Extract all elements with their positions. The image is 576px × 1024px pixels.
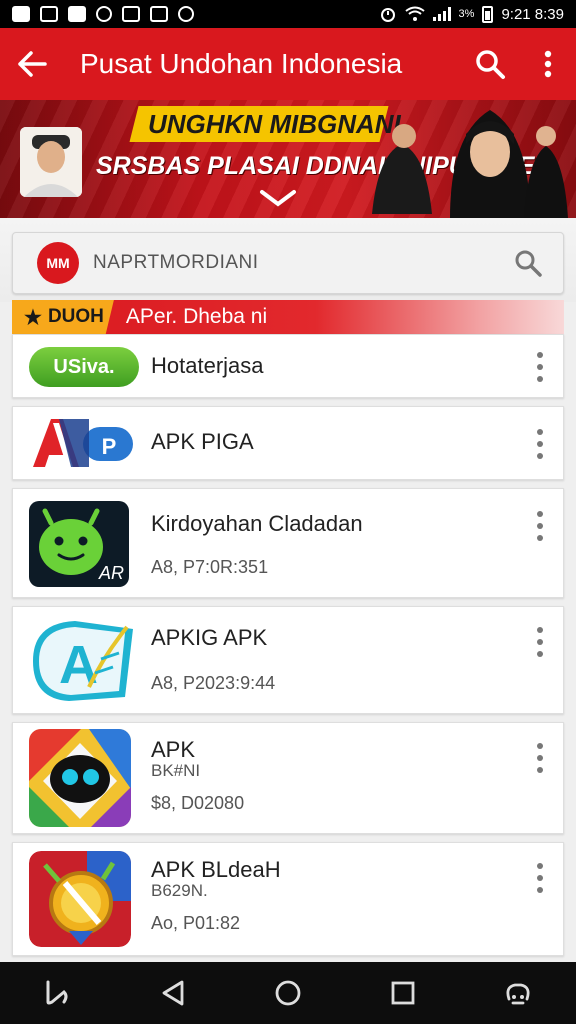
banner-person-2-image [524,126,568,218]
battery-percent: 3% [458,8,475,20]
search-button[interactable] [460,28,520,100]
svg-text:P: P [102,434,117,459]
robot-face-icon [29,729,131,827]
search-text: NAPRTMORDIANI [93,252,259,273]
brand-logo: MM [37,242,79,284]
list-item[interactable]: APK BLdeaH B629N. Ao, P01:82 [12,842,564,956]
clock: 9:21 8:39 [501,5,564,23]
item-more-button[interactable] [527,627,553,657]
nav-assist-button[interactable] [493,968,543,1018]
chevron-down-icon [260,190,296,207]
app-meta: Ao, P01:82 [151,913,241,933]
item-more-button[interactable] [527,511,553,541]
star-icon: ★ [24,306,42,329]
arrow-left-icon [18,51,47,77]
edit-icon [122,6,140,22]
search-icon [476,50,505,79]
list-item[interactable]: APK BK#NI $8, D02080 [12,722,564,834]
alarm-icon [380,8,395,22]
signal-icon [432,7,451,21]
app-meta: A8, P2023:9:44 [151,673,276,693]
notification-icon [12,6,30,22]
system-nav-bar [0,962,576,1024]
app-sub: B629N. [151,881,208,900]
photo-icon [68,6,86,22]
nav-home-button[interactable] [263,968,313,1018]
app-sub: BK#NI [151,761,201,780]
sync-icon [150,6,168,22]
nav-recents-alt-button[interactable] [33,968,83,1018]
section-title: APer. Dheba ni [125,305,268,328]
brand-logo-text: MM [46,255,70,271]
recents-alt-icon [46,980,68,1005]
status-bar: 3% 9:21 8:39 [0,0,576,28]
a-feather-icon: A [29,617,135,705]
overflow-menu-button[interactable] [520,28,576,100]
promo-banner[interactable]: UNGHKN MIBGNANI SRSBAS PLASAI DDNALI NIP… [0,100,576,218]
list-item[interactable]: AR Kirdoyahan Cladadan A8, P7:0R:351 [12,488,564,598]
ap-logo-icon: P [29,415,135,473]
nav-back-button[interactable] [148,968,198,1018]
search-input[interactable]: MM NAPRTMORDIANI [12,232,564,294]
banner-headline: UNGHKN MIBGNANI [148,109,401,139]
back-triangle-icon [162,980,184,1006]
item-more-button[interactable] [527,863,553,893]
search-area: MM NAPRTMORDIANI [0,218,576,302]
app-meta: $8, D02080 [151,793,245,813]
android-icon: AR [29,501,129,587]
app-bar: Pusat Undohan Indonesia [0,28,576,100]
overview-square-icon [391,981,415,1005]
nav-overview-button[interactable] [378,968,428,1018]
item-more-button[interactable] [527,429,553,459]
section-header: ★ DUOH APer. Dheba ni [12,300,564,334]
wifi-icon [404,6,425,21]
app-name: Hotaterjasa [151,353,264,378]
sync-icon [178,6,194,22]
battery-icon [482,5,494,23]
more-vert-icon [544,50,552,78]
back-button[interactable] [0,28,64,100]
list-item[interactable]: USiva. Hotaterjasa [12,334,564,398]
list-item[interactable]: A APKIG APK A8, P2023:9:44 [12,606,564,714]
medal-icon [29,851,131,947]
usiva-icon: USiva. [29,347,139,387]
section-tag-label: DUOH [47,306,104,327]
app-icon-label: USiva. [53,355,115,378]
item-more-button[interactable] [527,743,553,773]
banner-crowd-image [372,124,432,214]
app-name: APK [151,737,196,762]
app-name: APK BLdeaH [151,857,281,882]
app-name: APKIG APK [151,625,268,650]
section-tag: ★ DUOH [12,300,114,334]
app-icon-label: AR [98,563,124,583]
assist-icon [506,983,530,1005]
app-name: Kirdoyahan Cladadan [151,511,363,536]
banner-portrait-image [20,127,82,197]
item-more-button[interactable] [527,352,553,382]
app-name: APK PIGA [151,429,254,454]
bag-icon [96,6,112,22]
app-meta: A8, P7:0R:351 [151,557,269,577]
list-item[interactable]: P APK PIGA [12,406,564,480]
home-circle-icon [275,980,301,1006]
app-icon-label: A [59,635,98,695]
search-icon[interactable] [513,248,543,278]
page-title: Pusat Undohan Indonesia [80,48,403,79]
image-icon [40,6,58,22]
